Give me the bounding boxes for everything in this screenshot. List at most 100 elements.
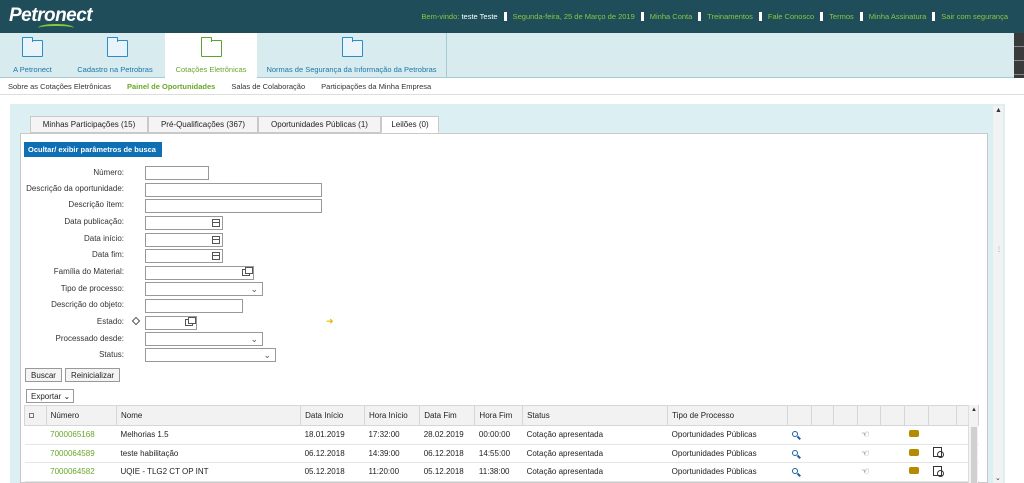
scroll-up-icon[interactable]: ▲ bbox=[995, 107, 1002, 114]
data-publicacao-input[interactable] bbox=[145, 216, 223, 230]
select-all-header[interactable] bbox=[24, 405, 47, 426]
col-hora-inicio[interactable]: Hora Início bbox=[363, 405, 421, 426]
numero-input[interactable] bbox=[145, 166, 209, 180]
link-fale-conosco[interactable]: Fale Conosco bbox=[758, 12, 820, 21]
col-action-6 bbox=[904, 405, 930, 426]
col-nome[interactable]: Nome bbox=[116, 405, 302, 426]
cell-tipo-processo: Oportunidades Públicas bbox=[667, 462, 788, 482]
opportunity-number-link[interactable]: 7000064582 bbox=[46, 462, 117, 482]
handshake-icon[interactable]: ☜ bbox=[861, 429, 869, 439]
col-status[interactable]: Status bbox=[522, 405, 669, 426]
cell-status: Cotação apresentada bbox=[522, 444, 668, 463]
tab-cotacoes[interactable]: Cotações Eletrônicas bbox=[165, 33, 257, 79]
select-all-icon[interactable] bbox=[29, 413, 34, 418]
familia-material-input[interactable] bbox=[145, 266, 254, 280]
label-data-publicacao: Data publicação: bbox=[64, 217, 124, 226]
link-sair[interactable]: Sair com segurança bbox=[932, 12, 1014, 21]
data-fim-input[interactable] bbox=[145, 249, 223, 263]
side-toolbar[interactable] bbox=[1014, 33, 1024, 78]
cell-data-inicio: 06.12.2018 bbox=[300, 444, 365, 463]
sub-navigation: Sobre as Cotações Eletrônicas Painel de … bbox=[0, 78, 1024, 95]
link-minha-conta[interactable]: Minha Conta bbox=[640, 12, 699, 21]
col-tipo-processo[interactable]: Tipo de Processo bbox=[667, 405, 789, 426]
calendar-icon[interactable] bbox=[212, 219, 220, 227]
subnav-salas[interactable]: Salas de Colaboração bbox=[223, 78, 313, 94]
col-action-1 bbox=[787, 405, 813, 426]
link-termos[interactable]: Termos bbox=[820, 12, 860, 21]
cell-data-fim: 06.12.2018 bbox=[419, 444, 475, 463]
table-row[interactable]: 7000065168 Melhorias 1.5 18.01.2019 17:3… bbox=[24, 425, 979, 445]
toggle-search-params-button[interactable]: Ocultar/ exibir parâmetros de busca bbox=[24, 142, 162, 157]
exportar-label: Exportar bbox=[31, 392, 62, 401]
page-scrollbar[interactable]: ▲ ⋮ ⌄ bbox=[993, 106, 1003, 483]
descricao-oportunidade-input[interactable] bbox=[145, 183, 322, 197]
processado-desde-select[interactable]: ⌄ bbox=[145, 332, 263, 346]
phone-icon[interactable] bbox=[908, 448, 919, 456]
buscar-button[interactable]: Buscar bbox=[25, 368, 62, 382]
cell-data-inicio: 18.01.2019 bbox=[300, 425, 365, 445]
link-minha-assinatura[interactable]: Minha Assinatura bbox=[859, 12, 933, 21]
logo-swoosh-icon bbox=[38, 24, 74, 32]
chevron-down-icon: ⌄ bbox=[63, 392, 71, 401]
exportar-menu-button[interactable]: Exportar ⌄ bbox=[26, 389, 74, 403]
scroll-grip-icon[interactable]: ⋮ bbox=[996, 246, 1002, 253]
opportunity-number-link[interactable]: 7000065168 bbox=[46, 425, 117, 445]
tab-normas[interactable]: Normas de Segurança da Informação da Pet… bbox=[257, 33, 447, 78]
descricao-item-input[interactable] bbox=[145, 199, 322, 213]
scroll-thumb[interactable] bbox=[971, 427, 977, 483]
label-processado-desde: Processado desde: bbox=[55, 334, 125, 343]
reinicializar-button[interactable]: Reinicializar bbox=[65, 368, 120, 382]
value-help-icon[interactable] bbox=[185, 317, 196, 326]
label-tipo-processo: Tipo de processo: bbox=[60, 284, 124, 293]
search-icon[interactable] bbox=[791, 468, 798, 475]
tab-label: Normas de Segurança da Informação da Pet… bbox=[266, 65, 437, 74]
descricao-objeto-input[interactable] bbox=[145, 299, 243, 313]
chevron-down-icon[interactable]: ⌄ bbox=[263, 350, 271, 361]
scroll-down-icon[interactable]: ⌄ bbox=[995, 474, 1001, 482]
open-folder-icon bbox=[200, 37, 222, 57]
subtab-leiloes[interactable]: Leilões (0) bbox=[381, 116, 439, 133]
estado-input[interactable] bbox=[145, 316, 197, 330]
handshake-icon[interactable]: ☜ bbox=[861, 466, 869, 476]
chevron-down-icon[interactable]: ⌄ bbox=[250, 334, 258, 345]
subtab-pre-qualificacoes[interactable]: Pré-Qualificações (367) bbox=[148, 116, 258, 133]
opportunity-number-link[interactable]: 7000064589 bbox=[46, 444, 117, 463]
phone-icon[interactable] bbox=[908, 430, 919, 438]
label-descricao-objeto: Descrição do objeto: bbox=[51, 300, 124, 309]
arrow-right-icon[interactable]: ➜ bbox=[326, 316, 336, 326]
col-numero[interactable]: Número bbox=[45, 405, 118, 426]
col-action-4 bbox=[856, 405, 882, 426]
col-data-inicio[interactable]: Data Início bbox=[300, 405, 365, 426]
subtab-minhas-participacoes[interactable]: Minhas Participações (15) bbox=[30, 116, 148, 133]
subnav-participacoes[interactable]: Participações da Minha Empresa bbox=[313, 78, 439, 94]
cell-status: Cotação apresentada bbox=[522, 462, 668, 482]
phone-icon[interactable] bbox=[908, 467, 919, 475]
col-data-fim[interactable]: Data Fim bbox=[419, 405, 476, 426]
subnav-sobre[interactable]: Sobre as Cotações Eletrônicas bbox=[0, 78, 119, 94]
cell-nome: UQIE - TLG2 CT OP INT bbox=[116, 462, 301, 482]
label-familia-material: Família do Material: bbox=[53, 267, 124, 276]
subnav-painel[interactable]: Painel de Oportunidades bbox=[119, 78, 223, 94]
document-icon[interactable] bbox=[932, 447, 944, 459]
table-row[interactable]: 7000064582 UQIE - TLG2 CT OP INT 05.12.2… bbox=[24, 462, 979, 482]
data-inicio-input[interactable] bbox=[145, 233, 223, 247]
handshake-icon[interactable]: ☜ bbox=[861, 448, 869, 458]
col-hora-fim[interactable]: Hora Fim bbox=[474, 405, 524, 426]
calendar-icon[interactable] bbox=[212, 236, 220, 244]
document-icon[interactable] bbox=[932, 465, 944, 477]
table-scrollbar[interactable]: ▲ bbox=[968, 405, 978, 483]
tab-cadastro[interactable]: Cadastro na Petrobras bbox=[65, 33, 165, 78]
scroll-up-icon[interactable]: ▲ bbox=[971, 407, 977, 413]
tab-a-petronect[interactable]: A Petronect bbox=[0, 33, 65, 78]
subtab-oportunidades-publicas[interactable]: Oportunidades Públicas (1) bbox=[258, 116, 381, 133]
value-help-icon[interactable] bbox=[242, 267, 253, 276]
tipo-processo-select[interactable]: ⌄ bbox=[145, 282, 263, 296]
calendar-icon[interactable] bbox=[212, 252, 220, 260]
table-row[interactable]: 7000064589 teste habilitação 06.12.2018 … bbox=[24, 444, 979, 463]
search-icon[interactable] bbox=[791, 449, 798, 456]
label-numero: Número: bbox=[93, 168, 124, 177]
link-treinamentos[interactable]: Treinamentos bbox=[698, 12, 759, 21]
status-select[interactable]: ⌄ bbox=[145, 348, 276, 362]
search-icon[interactable] bbox=[791, 431, 798, 438]
chevron-down-icon[interactable]: ⌄ bbox=[250, 284, 258, 295]
